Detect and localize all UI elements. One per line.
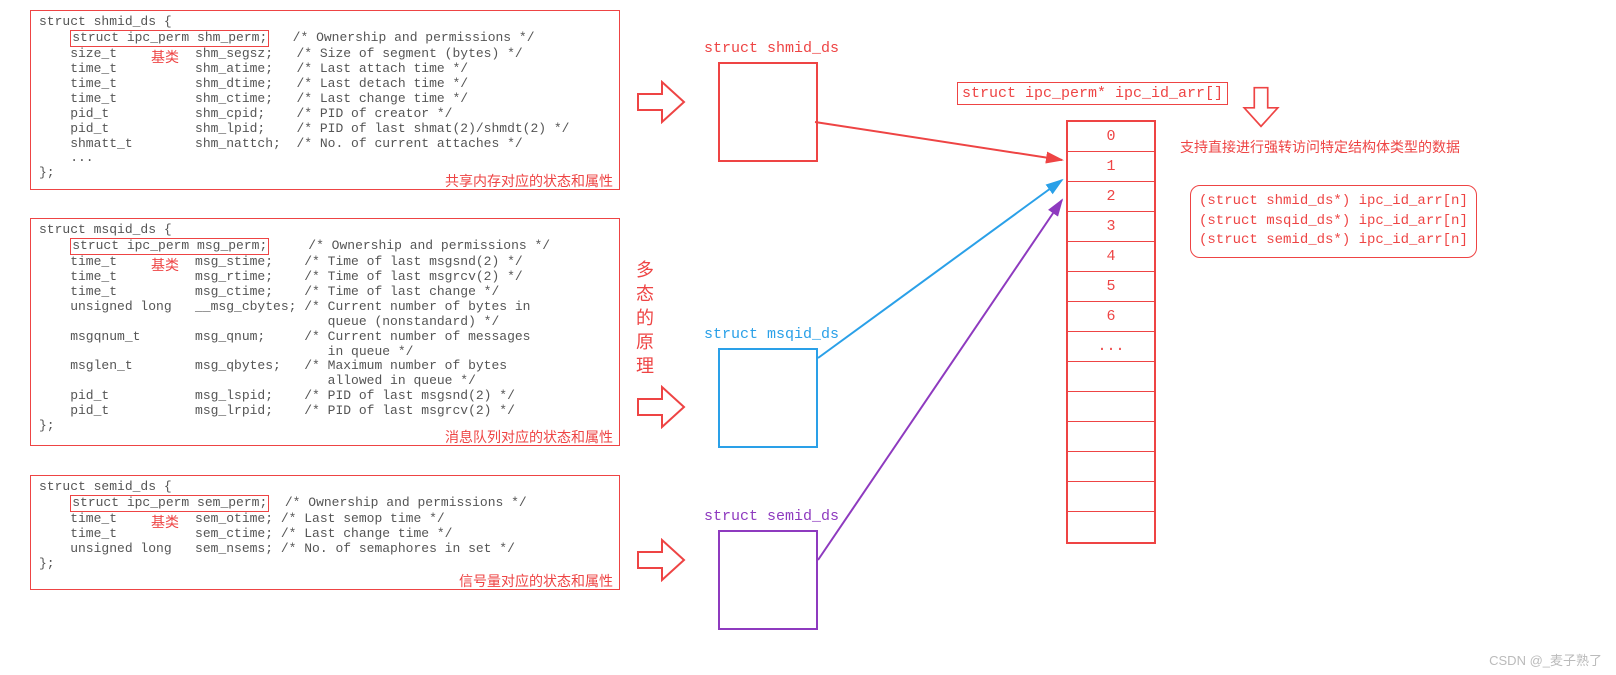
sem-decl: struct semid_ds { xyxy=(39,480,615,495)
note-right: 支持直接进行强转访问特定结构体类型的数据 xyxy=(1180,137,1460,157)
arr-cell: 1 xyxy=(1068,152,1154,182)
code-line: time_t shm_ctime; /* Last change time */ xyxy=(39,92,615,107)
arr-cell xyxy=(1068,362,1154,392)
code-line: time_t shm_dtime; /* Last detach time */ xyxy=(39,77,615,92)
arr-cell xyxy=(1068,392,1154,422)
vertical-annotation: 多态的原理 xyxy=(631,260,657,380)
arr-cell xyxy=(1068,512,1154,542)
code-line: unsigned long sem_nsems; /* No. of semap… xyxy=(39,542,615,557)
code-line: unsigned long __msg_cbytes; /* Current n… xyxy=(39,300,615,315)
code-line: time_t msg_ctime; /* Time of last change… xyxy=(39,285,615,300)
code-line: in queue */ xyxy=(39,345,615,360)
arr-cell: 6 xyxy=(1068,302,1154,332)
code-line: allowed in queue */ xyxy=(39,374,615,389)
code-line: time_t sem_ctime; /* Last change time */ xyxy=(39,527,615,542)
ipc-arr-title: struct ipc_perm* ipc_id_arr[] xyxy=(957,82,1228,105)
shmid-ds-title: struct shmid_ds xyxy=(704,40,839,57)
code-line: time_t msg_rtime; /* Time of last msgrcv… xyxy=(39,270,615,285)
shm-decl: struct shmid_ds { xyxy=(39,15,615,30)
hollow-arrow-2 xyxy=(636,385,686,429)
arr-cell: ... xyxy=(1068,332,1154,362)
shm-base-label: 基类 xyxy=(151,49,179,65)
arr-cell xyxy=(1068,422,1154,452)
arr-cell: 2 xyxy=(1068,182,1154,212)
code-line: msgqnum_t msg_qnum; /* Current number of… xyxy=(39,330,615,345)
shm-perm-comment: /* Ownership and permissions */ xyxy=(269,30,534,45)
msg-perm-line: struct ipc_perm msg_perm; /* Ownership a… xyxy=(39,238,615,255)
cast-line: (struct msqid_ds*) ipc_id_arr[n] xyxy=(1199,212,1468,232)
msqid-ds-title: struct msqid_ds xyxy=(704,326,839,343)
code-line: ... xyxy=(39,151,615,166)
msqid-ds-box xyxy=(718,348,818,448)
arr-cell: 0 xyxy=(1068,122,1154,152)
shmid-ds-code: struct shmid_ds { struct ipc_perm shm_pe… xyxy=(30,10,620,190)
code-line: pid_t msg_lrpid; /* PID of last msgrcv(2… xyxy=(39,404,615,419)
arr-cell: 4 xyxy=(1068,242,1154,272)
msg-base-label: 基类 xyxy=(151,257,179,273)
arr-cell xyxy=(1068,452,1154,482)
code-line: pid_t shm_lpid; /* PID of last shmat(2)/… xyxy=(39,122,615,137)
shm-note: 共享内存对应的状态和属性 xyxy=(445,173,613,189)
code-line: pid_t shm_cpid; /* PID of creator */ xyxy=(39,107,615,122)
code-line: time_t msg_stime; /* Time of last msgsnd… xyxy=(39,255,615,270)
msg-decl: struct msqid_ds { xyxy=(39,223,615,238)
hollow-arrow-down xyxy=(1240,86,1282,128)
shm-perm-box: struct ipc_perm shm_perm; xyxy=(70,30,269,47)
code-line: queue (nonstandard) */ xyxy=(39,315,615,330)
code-line: pid_t msg_lspid; /* PID of last msgsnd(2… xyxy=(39,389,615,404)
watermark: CSDN @_麦子熟了 xyxy=(1489,650,1602,669)
shmid-ds-box xyxy=(718,62,818,162)
code-line: size_t shm_segsz; /* Size of segment (by… xyxy=(39,47,615,62)
cast-box: (struct shmid_ds*) ipc_id_arr[n](struct … xyxy=(1190,185,1477,258)
code-line: time_t shm_atime; /* Last attach time */ xyxy=(39,62,615,77)
semid-ds-code: struct semid_ds { struct ipc_perm sem_pe… xyxy=(30,475,620,590)
code-line: shmatt_t shm_nattch; /* No. of current a… xyxy=(39,137,615,152)
hollow-arrow-1 xyxy=(636,80,686,124)
sem-base-label: 基类 xyxy=(151,514,179,530)
hollow-arrow-3 xyxy=(636,538,686,582)
msg-note: 消息队列对应的状态和属性 xyxy=(445,429,613,445)
semid-ds-box xyxy=(718,530,818,630)
code-line: msglen_t msg_qbytes; /* Maximum number o… xyxy=(39,359,615,374)
msqid-ds-code: struct msqid_ds { struct ipc_perm msg_pe… xyxy=(30,218,620,446)
msg-perm-box: struct ipc_perm msg_perm; xyxy=(70,238,269,255)
code-line: time_t sem_otime; /* Last semop time */ xyxy=(39,512,615,527)
arr-cell xyxy=(1068,482,1154,512)
arr-cell: 5 xyxy=(1068,272,1154,302)
msg-perm-comment: /* Ownership and permissions */ xyxy=(269,238,550,253)
semid-ds-title: struct semid_ds xyxy=(704,508,839,525)
cast-line: (struct semid_ds*) ipc_id_arr[n] xyxy=(1199,231,1468,251)
shm-perm-line: struct ipc_perm shm_perm; /* Ownership a… xyxy=(39,30,615,47)
sem-note: 信号量对应的状态和属性 xyxy=(459,573,613,589)
arr-cell: 3 xyxy=(1068,212,1154,242)
ipc-arr-table: 0123456... xyxy=(1066,120,1156,544)
sem-perm-box: struct ipc_perm sem_perm; xyxy=(70,495,269,512)
sem-perm-line: struct ipc_perm sem_perm; /* Ownership a… xyxy=(39,495,615,512)
cast-line: (struct shmid_ds*) ipc_id_arr[n] xyxy=(1199,192,1468,212)
code-line: }; xyxy=(39,557,615,572)
sem-perm-comment: /* Ownership and permissions */ xyxy=(269,495,526,510)
